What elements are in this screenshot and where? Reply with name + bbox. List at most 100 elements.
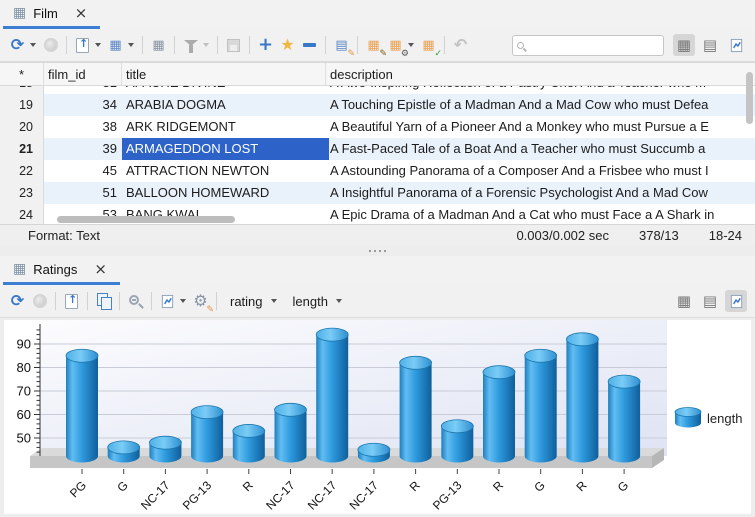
delete-row-button[interactable] [299,35,320,56]
document-icon: ▤ [335,39,347,52]
column-header-film-id[interactable]: film_id [44,63,122,85]
chart-view-icon [729,294,744,309]
table-row: 1934ARABIA DOGMAA Touching Epistle of a … [0,94,755,116]
close-icon[interactable]: × [94,262,107,277]
save-icon [227,39,240,52]
view-toggles: ▦ ▤ [673,290,747,312]
search-input[interactable] [527,37,659,53]
format-label: Format: Text [28,228,100,243]
chart-view-button[interactable] [725,290,747,312]
text-view-icon: ▤ [703,294,717,309]
column-header-description[interactable]: description [326,63,755,85]
chart-settings-button[interactable]: ⚙✎ [190,291,211,312]
column-header-rownum[interactable]: * [0,63,44,85]
text-view-button[interactable]: ▤ [699,34,721,56]
tab-ratings[interactable]: ▦ Ratings × [3,256,120,285]
table-row: 2038ARK RIDGEMONTA Beautiful Yarn of a P… [0,116,755,138]
fetch-grid-button[interactable]: ▦ [105,35,126,56]
film-panel: ▦ Film × ⟳ ↑ ▦ ▦ + ★ ▤✎ [0,0,755,246]
refresh-icon: ⟳ [11,37,24,53]
zoom-out-button[interactable] [125,291,146,312]
stop-button [29,291,50,312]
calculate-button[interactable]: ▦ [148,35,169,56]
title-cell[interactable]: ARMAGEDDON LOST [122,138,326,160]
film-grid-body: 1831APACHE DIVINEA Awe-Inspiring Reflect… [0,86,755,224]
refresh-button[interactable]: ⟳ [7,291,28,312]
film-id-cell[interactable]: 39 [44,138,122,160]
chart-view-button[interactable] [725,34,747,56]
film-grid-header: * film_id title description [0,62,755,86]
x-column-value: rating [230,294,263,309]
chart-type-caret[interactable] [180,299,186,303]
description-cell[interactable]: A Fast-Paced Tale of a Boat And a Teache… [326,138,755,160]
row-number-cell[interactable]: 23 [0,182,44,204]
film-id-cell[interactable]: 45 [44,160,122,182]
minus-icon [303,43,316,47]
chart-type-button[interactable] [157,291,178,312]
column-header-title[interactable]: title [122,63,326,85]
duplicate-row-button[interactable]: ★ [277,35,298,56]
description-cell[interactable]: A Touching Epistle of a Madman And a Mad… [326,94,755,116]
film-id-cell[interactable]: 38 [44,116,122,138]
grid-settings-button[interactable]: ▦⚙ [385,35,406,56]
description-cell[interactable]: A Astounding Panorama of a Composer And … [326,160,755,182]
copy-button[interactable] [93,291,114,312]
add-row-button[interactable]: + [255,35,276,56]
edit-grid-button[interactable]: ▦✎ [363,35,384,56]
grid-view-button[interactable]: ▦ [673,34,695,56]
export-button[interactable]: ↑ [61,291,82,312]
ratings-chart[interactable]: 5060708090PGGNC-17PG-13RNC-17NC-17NC-17R… [4,320,751,514]
grid-view-button[interactable]: ▦ [673,290,695,312]
film-id-cell[interactable]: 51 [44,182,122,204]
horizontal-scrollbar[interactable] [57,216,235,223]
title-cell[interactable]: BALLOON HOMEWARD [122,182,326,204]
close-icon[interactable]: × [75,6,88,21]
row-count: 378/13 [639,228,679,243]
film-statusbar: Format: Text 0.003/0.002 sec 378/13 18-2… [0,224,755,246]
film-id-cell[interactable]: 34 [44,94,122,116]
y-column-value: length [293,294,328,309]
row-number-cell[interactable]: 24 [0,204,44,224]
row-number-cell[interactable]: 22 [0,160,44,182]
description-cell[interactable]: A Insightful Panorama of a Forensic Psyc… [326,182,755,204]
tab-film[interactable]: ▦ Film × [3,0,100,29]
chart-view-icon [729,38,744,53]
table-row: 1831APACHE DIVINEA Awe-Inspiring Reflect… [0,86,755,94]
row-number-cell[interactable]: 20 [0,116,44,138]
svg-text:60: 60 [17,407,31,422]
y-column-dropdown[interactable]: length [285,292,349,311]
panel-splitter[interactable] [0,246,755,256]
tab-film-label: Film [33,6,58,21]
title-cell[interactable]: ARABIA DOGMA [122,94,326,116]
description-cell[interactable]: A Awe-Inspiring Reflection of a Pastry C… [326,86,755,94]
query-time: 0.003/0.002 sec [516,228,609,243]
check-icon: ✓ [434,50,442,59]
grid-apply-button[interactable]: ▦✓ [418,35,439,56]
export-dropdown-caret[interactable] [95,43,101,47]
grid-settings-caret[interactable] [408,43,414,47]
calculator-icon: ▦ [152,39,164,52]
grid-icon: ▦ [109,39,121,52]
stop-icon [44,38,58,52]
x-column-dropdown[interactable]: rating [222,292,284,311]
row-number-cell[interactable]: 19 [0,94,44,116]
export-button[interactable]: ↑ [72,35,93,56]
row-number-cell[interactable]: 18 [0,86,44,94]
chart-area: 5060708090PGGNC-17PG-13RNC-17NC-17NC-17R… [0,318,755,517]
gear-icon: ⚙ [401,50,409,59]
row-number-cell[interactable]: 21 [0,138,44,160]
refresh-button[interactable]: ⟳ [7,35,28,56]
description-cell[interactable]: A Epic Drama of a Madman And a Cat who m… [326,204,755,224]
edit-value-button[interactable]: ▤✎ [331,35,352,56]
vertical-scrollbar[interactable] [746,72,753,124]
title-cell[interactable]: ATTRACTION NEWTON [122,160,326,182]
text-view-button[interactable]: ▤ [699,290,721,312]
ratings-tabbar: ▦ Ratings × [0,256,755,285]
fetch-dropdown-caret[interactable] [128,43,134,47]
film-id-cell[interactable]: 31 [44,86,122,94]
title-cell[interactable]: ARK RIDGEMONT [122,116,326,138]
title-cell[interactable]: APACHE DIVINE [122,86,326,94]
refresh-dropdown-caret[interactable] [30,43,36,47]
description-cell[interactable]: A Beautiful Yarn of a Pioneer And a Monk… [326,116,755,138]
search-icon [517,42,524,49]
